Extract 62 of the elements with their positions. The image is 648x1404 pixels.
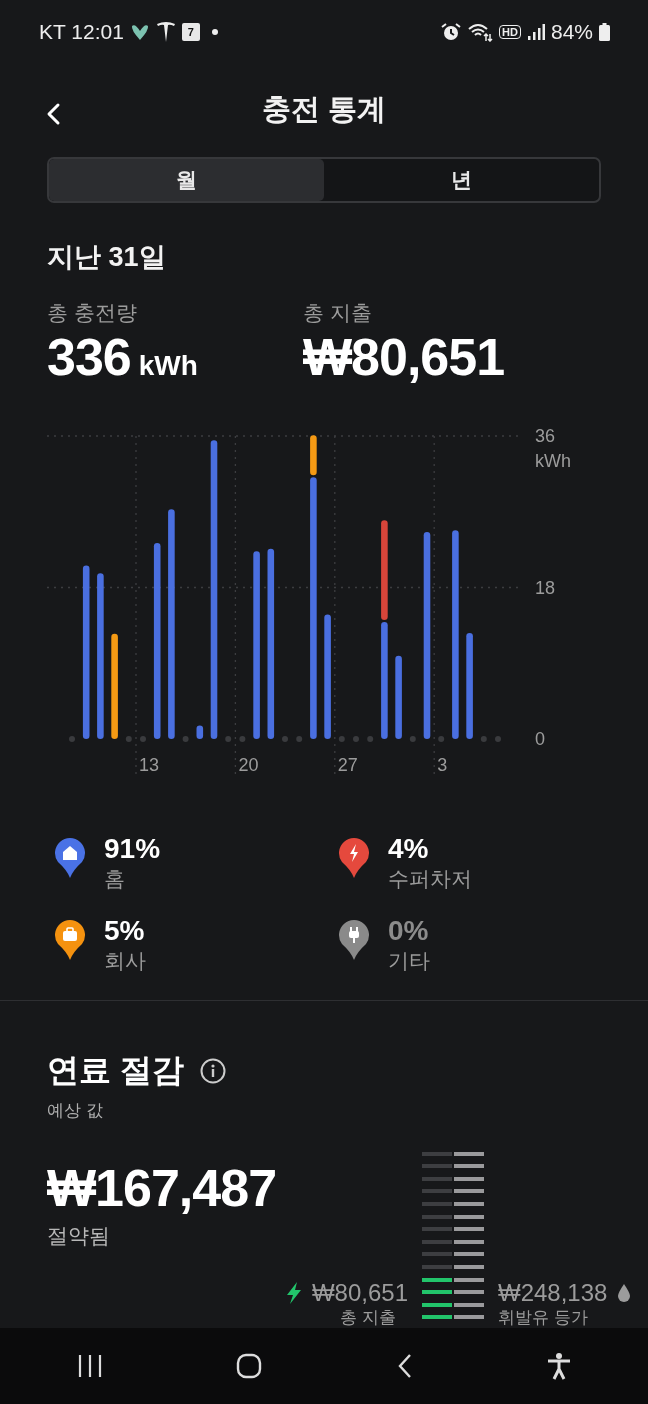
spend-label: 총 지출 (339, 1308, 397, 1329)
gas-amount: ₩248,138 (498, 1279, 608, 1308)
empty-day-dot (338, 736, 345, 742)
axis-tick-label: 3 (437, 755, 448, 775)
info-icon[interactable] (199, 1058, 226, 1084)
calendar-icon: 7 (181, 23, 200, 41)
empty-day-dot (140, 736, 146, 742)
location-label: 홈 (104, 867, 125, 890)
axis-tick-label: 20 (238, 755, 259, 775)
share-percent: 5% (104, 915, 146, 947)
signal-icon (526, 23, 545, 41)
empty-day-dot (239, 736, 246, 742)
empty-day-dot (182, 736, 189, 742)
axis-tick-label: 36 (535, 426, 556, 446)
location-label: 기타 (388, 949, 430, 972)
empty-day-dot (69, 736, 75, 742)
page-title: 충전 통계 (261, 92, 387, 127)
section-subtitle: 예상 값 (47, 1100, 104, 1122)
bar (196, 725, 204, 739)
total-label: 총 지출 (303, 300, 373, 326)
empty-day-dot (282, 736, 288, 742)
axis-tick-label: 0 (535, 729, 545, 749)
hd-voice-icon: HD (499, 25, 521, 39)
battery-percent: 84% (550, 20, 593, 44)
period-tab[interactable]: 년 (324, 159, 599, 201)
location-label: 회사 (104, 949, 146, 972)
gas-label: 휘발유 등가 (498, 1308, 588, 1329)
notification-dot-icon (211, 29, 218, 35)
empty-day-dot (495, 736, 501, 742)
wifi-icon (467, 22, 494, 42)
empty-day-dot (353, 736, 359, 742)
battery-icon (599, 23, 610, 41)
period-tab[interactable]: 월 (49, 159, 324, 201)
lightning-icon (285, 1281, 302, 1306)
unit-label: kWh (138, 350, 198, 381)
share-percent: 0% (388, 915, 430, 947)
spend-amount: ₩80,651 (311, 1279, 408, 1308)
empty-day-dot (225, 736, 232, 742)
total-value: ₩80,651 (303, 328, 505, 386)
status-time: KT 12:01 (39, 20, 124, 44)
axis-tick-label: 18 (535, 577, 556, 598)
axis-unit-label: kWh (535, 451, 571, 471)
empty-day-dot (367, 736, 374, 742)
total-label: 총 충전량 (47, 300, 138, 326)
axis-tick-label: 13 (139, 755, 160, 775)
share-percent: 91% (104, 833, 161, 865)
empty-day-dot (409, 736, 416, 742)
drop-icon (617, 1283, 632, 1304)
empty-day-dot (296, 736, 303, 742)
savings-amount: ₩167,487 (47, 1158, 278, 1218)
savings-label: 절약됨 (47, 1223, 111, 1249)
empty-day-dot (480, 736, 487, 742)
location-label: 수퍼차저 (388, 867, 472, 890)
empty-day-dot (125, 736, 132, 742)
total-value: 336 (47, 328, 131, 386)
axis-tick-label: 27 (337, 755, 358, 775)
period-heading: 지난 31일 (47, 241, 167, 274)
section-title: 연료 절감 (47, 1051, 184, 1090)
empty-day-dot (438, 736, 445, 742)
share-percent: 4% (388, 833, 430, 865)
alarm-icon (441, 22, 462, 42)
heart-icon (129, 23, 150, 41)
